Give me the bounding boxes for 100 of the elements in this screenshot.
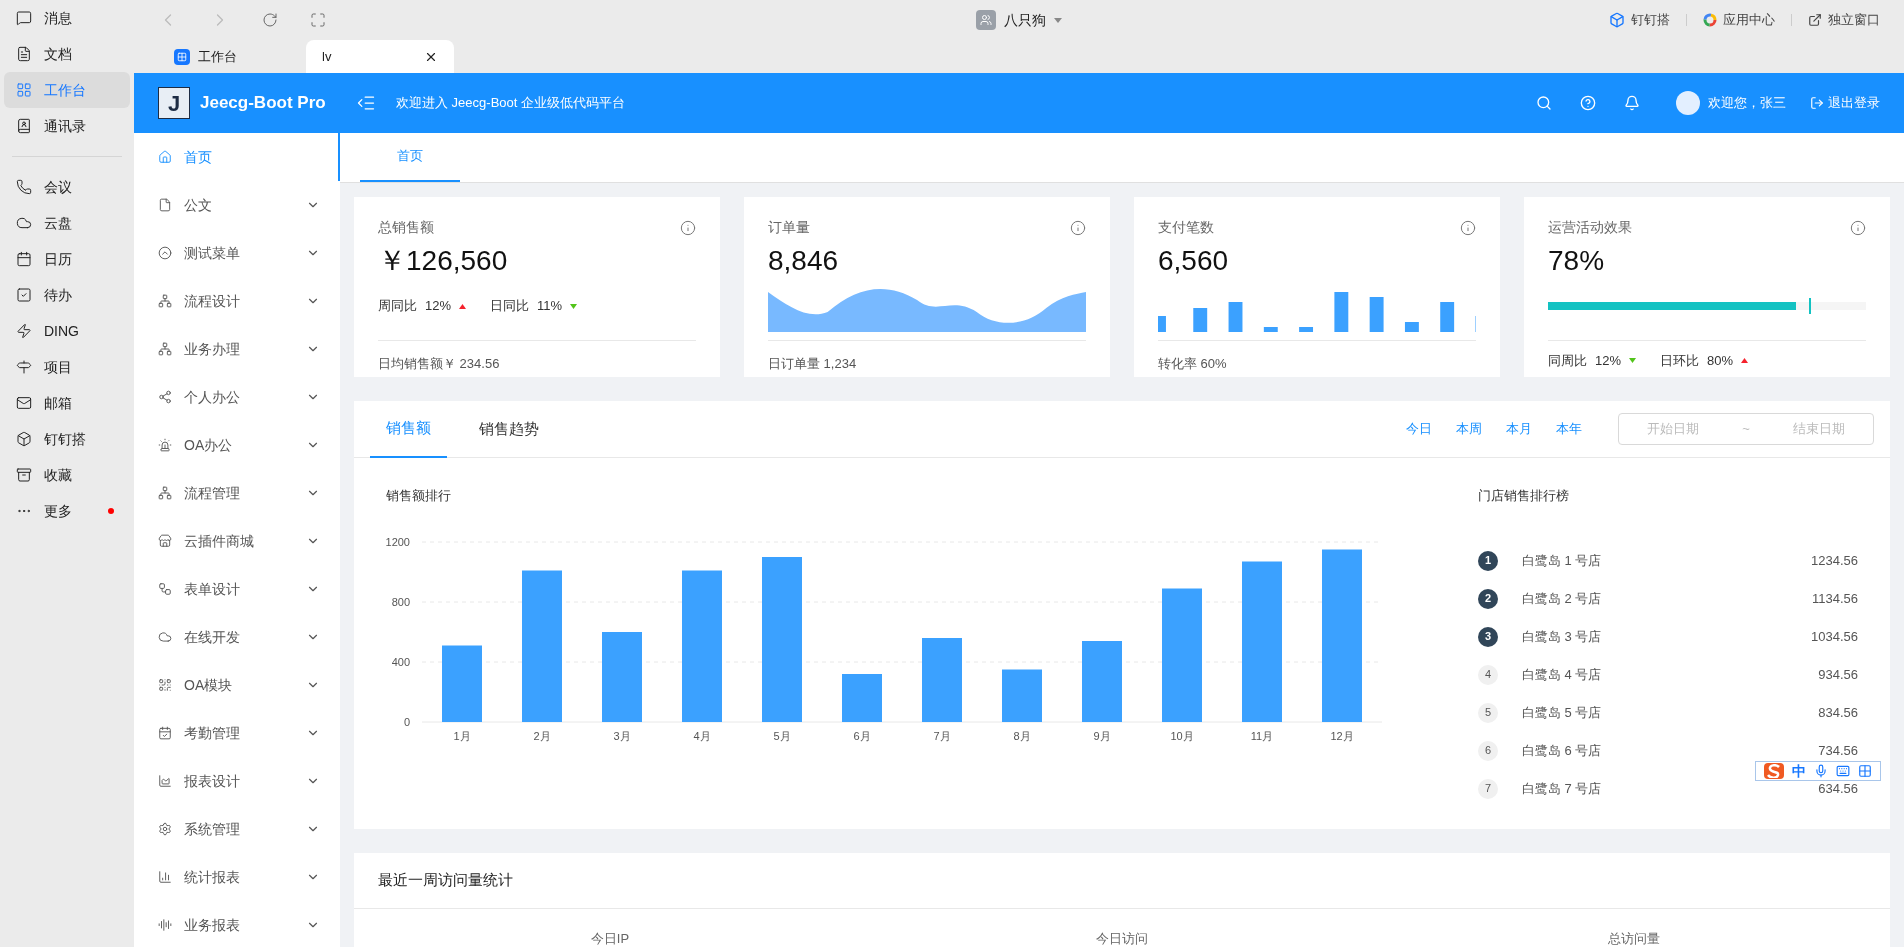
chart-bar	[1002, 669, 1042, 722]
info-icon[interactable]	[1460, 219, 1476, 236]
rank-badge: 3	[1478, 626, 1498, 647]
menu-item[interactable]: 统计报表	[134, 853, 340, 901]
menu-item[interactable]: 测试菜单	[134, 229, 340, 277]
menu-item[interactable]: 云插件商城	[134, 517, 340, 565]
top-link[interactable]: 钉钉搭	[1609, 10, 1670, 30]
info-icon[interactable]	[1850, 219, 1866, 236]
sidebar-item[interactable]: 项目	[4, 349, 130, 385]
menu-item[interactable]: 在线开发	[134, 613, 340, 661]
notification-icon[interactable]	[1624, 95, 1640, 111]
store-sales: 934.56	[1818, 665, 1858, 684]
sidebar-item[interactable]: 消息	[4, 0, 130, 36]
help-icon[interactable]	[1580, 95, 1596, 111]
menu-item[interactable]: 报表设计	[134, 757, 340, 805]
rank-badge: 2	[1478, 588, 1498, 609]
axis-tick-label: 11月	[1250, 729, 1274, 742]
menu-item[interactable]: 考勤管理	[134, 709, 340, 757]
sparkline-bar	[1369, 297, 1384, 332]
s-logo-icon	[1764, 763, 1784, 779]
menu-item[interactable]: OA办公	[134, 421, 340, 469]
rank-badge: 1	[1478, 550, 1498, 571]
menu-item[interactable]: OA模块	[134, 661, 340, 709]
card-title: 订单量	[768, 218, 810, 237]
rank-badge: 5	[1478, 702, 1498, 723]
sidebar-item[interactable]: 日历	[4, 241, 130, 277]
menu-item[interactable]: 个人办公	[134, 373, 340, 421]
sidebar-item[interactable]: 钉钉搭	[4, 421, 130, 457]
caret-icon	[1054, 17, 1062, 23]
axis-tick-label: 4月	[693, 729, 711, 742]
store-sales: 1034.56	[1811, 627, 1858, 646]
sidebar-item[interactable]: DING	[4, 313, 130, 349]
store-sales: 634.56	[1818, 779, 1858, 798]
start-date-input[interactable]: 开始日期	[1633, 419, 1714, 439]
cloud-icon	[16, 215, 32, 231]
menu-item[interactable]: 业务报表	[134, 901, 340, 947]
range-separator: ~	[1742, 420, 1750, 439]
chart-tab[interactable]: 销售趋势	[463, 400, 555, 458]
share-icon	[158, 390, 172, 404]
stat-label: 今日IP	[590, 930, 630, 947]
info-icon[interactable]	[680, 219, 696, 236]
menu-item[interactable]: 流程管理	[134, 469, 340, 517]
axis-tick-label: 0	[403, 715, 410, 728]
refresh-icon[interactable]	[262, 12, 278, 28]
stat-label: 今日访问	[1096, 930, 1148, 947]
trend-label: 同周比	[1548, 352, 1587, 370]
trend-value: 80%	[1707, 352, 1734, 370]
sidebar-item[interactable]: 会议	[4, 169, 130, 205]
checkbox-icon	[16, 287, 32, 303]
chart-bar	[842, 673, 882, 722]
ime-mode[interactable]: 中	[1792, 760, 1806, 782]
chart-title: 销售额排行	[386, 487, 452, 505]
app-switcher[interactable]: 八只狗	[976, 9, 1062, 31]
top-link[interactable]: 独立窗口	[1808, 10, 1880, 30]
menu-item[interactable]: 流程设计	[134, 277, 340, 325]
mail-icon	[16, 395, 32, 411]
fullscreen-icon[interactable]	[310, 12, 326, 28]
signpost-icon	[16, 359, 32, 375]
menu-item[interactable]: 公文	[134, 181, 340, 229]
top-link[interactable]: 应用中心	[1703, 10, 1775, 30]
sidebar-item[interactable]: 云盘	[4, 205, 130, 241]
axis-tick-label: 1月	[453, 729, 471, 742]
card-value: 6,560	[1158, 244, 1230, 278]
logout-icon	[1810, 96, 1824, 110]
trend-label: 周同比	[378, 297, 417, 316]
card-title: 运营活动效果	[1548, 218, 1632, 237]
menu-item[interactable]: 表单设计	[134, 565, 340, 613]
avatar[interactable]	[1676, 91, 1700, 115]
axis-tick-label: 8月	[1013, 729, 1031, 742]
network-icon	[158, 342, 172, 356]
axis-tick-label: 2月	[533, 729, 551, 742]
home-icon	[158, 150, 172, 164]
grid-icon	[16, 82, 32, 98]
store-name: 白鹭岛 6 号店	[1522, 741, 1602, 760]
sidebar-item[interactable]: 文档	[4, 36, 130, 72]
sidebar-item[interactable]: 更多	[4, 493, 130, 529]
store-sales: 1234.56	[1811, 551, 1858, 570]
sidebar-item[interactable]: 收藏	[4, 457, 130, 493]
card-footer: 日订单量 1,234	[768, 356, 857, 371]
browser-tab[interactable]: lv	[306, 40, 454, 73]
sidebar-item[interactable]: 邮箱	[4, 385, 130, 421]
card-title: 支付笔数	[1158, 218, 1214, 237]
info-icon[interactable]	[1070, 219, 1086, 236]
search-icon[interactable]	[1536, 95, 1552, 111]
welcome-text: 欢迎进入 Jeecg-Boot 企业级低代码平台	[396, 94, 625, 113]
rank-badge: 7	[1478, 778, 1498, 799]
ranking-title: 门店销售排行榜	[1478, 487, 1570, 505]
menu-item[interactable]: 业务办理	[134, 325, 340, 373]
end-date-input[interactable]: 结束日期	[1778, 419, 1859, 439]
store-name: 白鹭岛 7 号店	[1522, 779, 1602, 798]
ime-toolbar[interactable]: 中	[1755, 761, 1881, 781]
colorful-ring-icon	[1703, 13, 1717, 27]
network-icon	[158, 486, 172, 500]
menu-item[interactable]: 系统管理	[134, 805, 340, 853]
browser-tab[interactable]: 工作台	[158, 40, 306, 73]
sidebar-item[interactable]: 通讯录	[4, 108, 130, 144]
grid-app-icon	[174, 48, 190, 65]
sidebar-item[interactable]: 待办	[4, 277, 130, 313]
trend-value: 11%	[537, 297, 563, 316]
card-title: 最近一周访问量统计	[378, 870, 513, 891]
